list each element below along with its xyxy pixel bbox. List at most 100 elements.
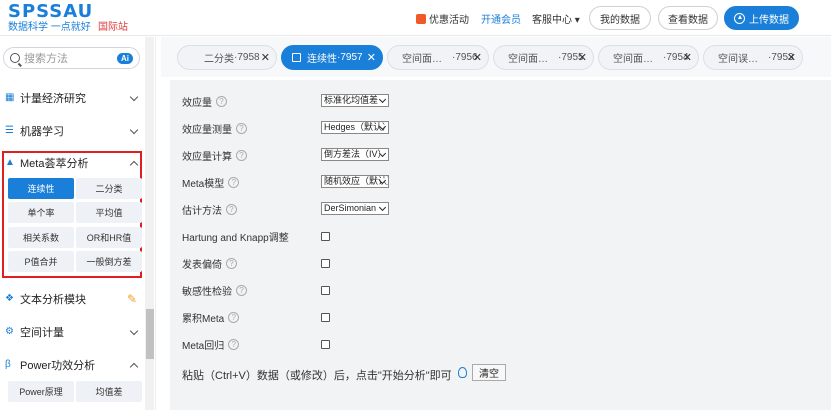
diamond-icon: ❖ [5,293,14,304]
search-input[interactable]: 搜索方法 Ai [3,47,140,69]
sidebar-item-econometrics[interactable]: ▦ 计量经济研究 [0,83,143,113]
hartung-row: Hartung and Knapp调整 [182,229,289,244]
effect-size-label: 效应量 [182,98,212,109]
help-icon[interactable]: ? [226,204,237,215]
chevron-up-icon [129,362,139,372]
meta-model-select[interactable]: 随机效应（默认） [321,175,389,188]
help-icon[interactable]: ? [226,258,237,269]
sidebar: 搜索方法 Ai ▦ 计量经济研究 ☰ 机器学习 ▲ Meta荟萃分析 连续性 二… [0,37,156,410]
estimation-row: 估计方法? [182,202,237,217]
tab-number: ·7958 [234,52,260,63]
tab-spatial-error-7953[interactable]: 空间误… ·7953 ✕ [703,45,803,70]
sensitivity-label: 敏感性检验 [182,287,232,298]
pub-bias-row: 发表偏倚? [182,256,237,271]
vip-link[interactable]: 开通会员 [481,11,521,26]
meta-sub-correlation[interactable]: 相关系数 [8,227,74,248]
sensitivity-checkbox[interactable] [321,286,330,295]
tab-label: 连续性 [307,54,337,65]
meta-sub-single-rate[interactable]: 单个率 [8,202,74,223]
estimation-select[interactable]: DerSimonian [321,202,389,215]
sidebar-item-text-analysis[interactable]: ❖ 文本分析模块 ✎ [0,284,143,314]
tabs-bar: 二分类 ·7958 ✕ 连续性 ·7957 ✕ 空间面… ·7956 ✕ 空间面… ·7… [161,37,831,77]
ai-badge[interactable]: Ai [117,53,133,64]
upload-label: 上传数据 [749,14,789,26]
effect-measure-select[interactable]: Hedges（默认） [321,121,389,134]
tab-label: 空间面… [508,54,548,65]
lightbulb-icon[interactable] [458,367,467,378]
tab-binary-7958[interactable]: 二分类 ·7958 ✕ [177,45,277,70]
help-icon[interactable]: ? [236,285,247,296]
meta-sub-or-hr[interactable]: OR和HR值 [76,227,142,248]
list-icon: ☰ [5,125,14,136]
intl-site-link[interactable]: 国际站 [98,18,128,33]
close-icon[interactable]: ✕ [683,51,692,64]
sidebar-item-label: 空间计量 [20,327,64,339]
hartung-label: Hartung and Knapp调整 [182,233,289,244]
clear-button[interactable]: 清空 [472,364,506,381]
tab-label: 空间面… [613,54,653,65]
sidebar-item-power[interactable]: β Power功效分析 [0,350,143,380]
upload-data-button[interactable]: 上传数据 [724,6,799,30]
estimation-label: 估计方法 [182,206,222,217]
close-icon[interactable]: ✕ [367,51,376,64]
logo-slogan: 数据科学 一点就好 [8,22,91,33]
sidebar-item-meta[interactable]: ▲ Meta荟萃分析 [0,148,143,178]
tab-label: 二分类 [204,54,234,65]
effect-size-select[interactable]: 标准化均值差 [321,94,389,107]
sidebar-item-label: 计量经济研究 [20,93,86,105]
edit-icon [292,53,301,62]
sidebar-item-label: Meta荟萃分析 [20,158,89,170]
cumulative-row: 累积Meta? [182,310,240,325]
sidebar-item-spatial[interactable]: ⚙ 空间计量 [0,317,143,347]
logo[interactable]: SPSSAU 数据科学 一点就好 [8,3,93,34]
meta-model-row: Meta模型? [182,175,240,190]
triangle-icon: ▲ [5,157,15,168]
my-data-button[interactable]: 我的数据 [589,6,651,30]
logo-text: SPSSAU [8,1,94,22]
help-icon[interactable]: ? [228,177,240,188]
meta-reg-label: Meta回归 [182,341,225,352]
pub-bias-checkbox[interactable] [321,259,330,268]
tab-spatial-7956[interactable]: 空间面… ·7956 ✕ [387,45,489,70]
help-icon[interactable]: ? [228,312,240,323]
close-icon[interactable]: ✕ [473,51,482,64]
settings-panel: 效应量? 标准化均值差 效应量测量? Hedges（默认） 效应量计算? 倒方差… [170,80,831,410]
power-sub-mean-diff[interactable]: 均值差 [76,381,142,402]
gear-icon: ⚙ [5,326,14,337]
chevron-down-icon: ▾ [574,15,580,26]
gift-icon [416,13,426,24]
meta-sub-binary[interactable]: 二分类 [76,178,142,199]
help-icon[interactable]: ? [236,150,247,161]
meta-sub-inverse-variance[interactable]: 一般倒方差 [76,251,142,272]
pub-bias-label: 发表偏倚 [182,260,222,271]
meta-reg-checkbox[interactable] [321,340,330,349]
meta-reg-row: Meta回归? [182,337,240,352]
close-icon[interactable]: ✕ [261,51,270,64]
view-data-button[interactable]: 查看数据 [658,6,718,30]
help-icon[interactable]: ? [236,123,247,134]
sidebar-scroll-thumb[interactable] [146,309,154,359]
service-center-menu[interactable]: 客服中心 ▾ [532,11,580,26]
meta-model-label: Meta模型 [182,179,225,190]
search-icon [10,53,20,63]
cumulative-checkbox[interactable] [321,313,330,322]
close-icon[interactable]: ✕ [787,51,796,64]
effect-calc-select[interactable]: 倒方差法（IV） [321,148,389,161]
hartung-checkbox[interactable] [321,232,330,241]
tab-spatial-7954[interactable]: 空间面… ·7954 ✕ [598,45,699,70]
effect-calc-label: 效应量计算 [182,152,232,163]
sidebar-item-label: 文本分析模块 [20,294,86,306]
meta-sub-p-combine[interactable]: P值合并 [8,251,74,272]
sidebar-item-label: 机器学习 [20,126,64,138]
help-icon[interactable]: ? [216,96,227,107]
power-sub-principle[interactable]: Power原理 [8,381,74,402]
meta-sub-continuous[interactable]: 连续性 [8,178,74,199]
help-icon[interactable]: ? [228,339,240,350]
tab-continuous-7957[interactable]: 连续性 ·7957 ✕ [281,45,383,70]
promo-link[interactable]: 优惠活动 [416,11,469,26]
close-icon[interactable]: ✕ [578,51,587,64]
tab-spatial-7955[interactable]: 空间面… ·7955 ✕ [493,45,594,70]
meta-sub-mean[interactable]: 平均值 [76,202,142,223]
chevron-down-icon [129,92,139,102]
sidebar-item-machine-learning[interactable]: ☰ 机器学习 [0,116,143,146]
